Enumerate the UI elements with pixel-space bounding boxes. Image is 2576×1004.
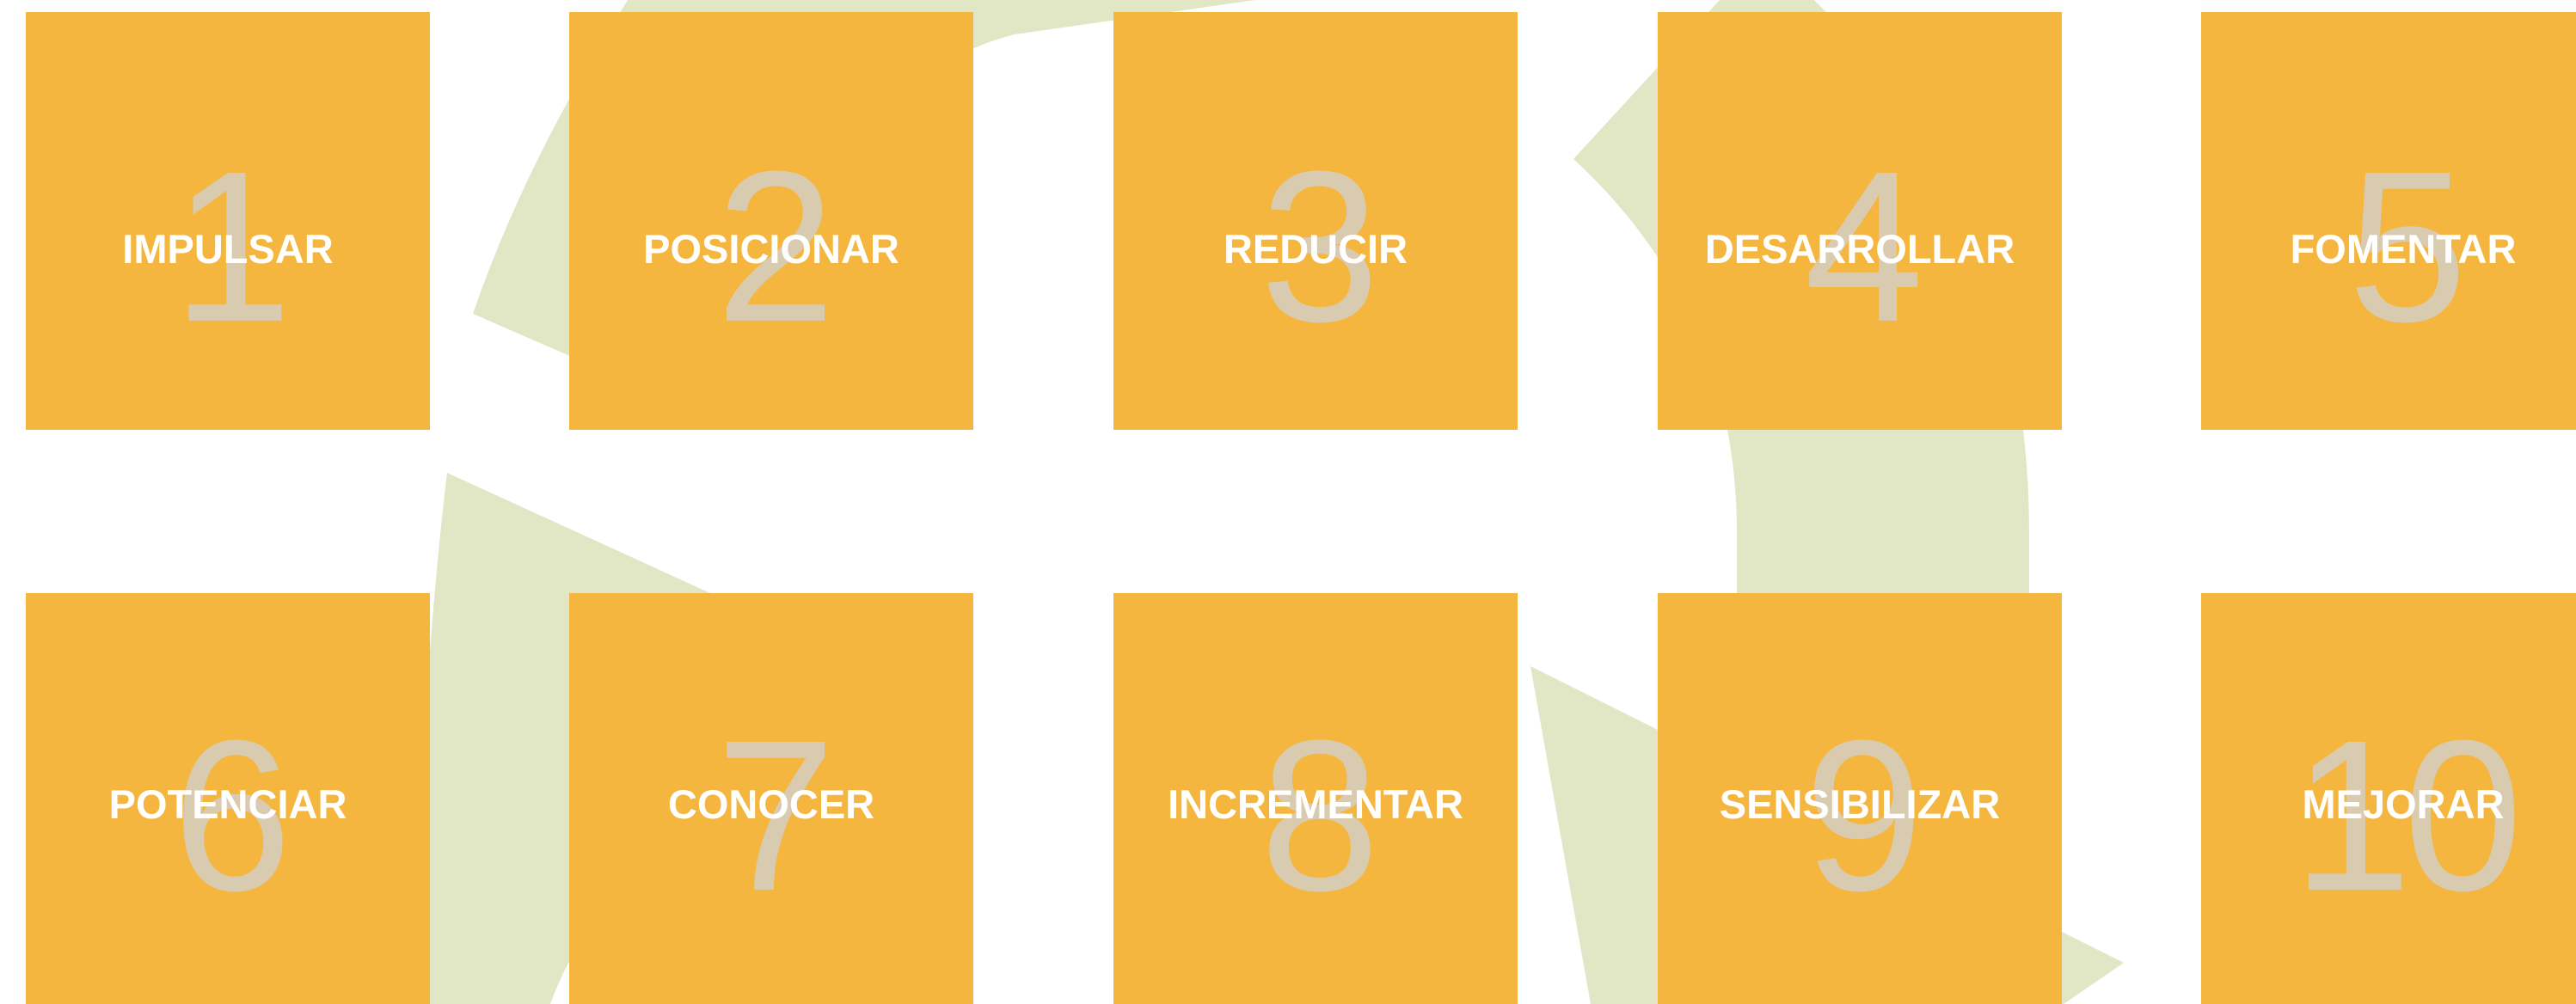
tile-label: FOMENTAR — [2290, 226, 2517, 272]
objective-tile-6[interactable]: 6 POTENCIAR — [26, 593, 430, 1004]
tile-label: CONOCER — [667, 781, 875, 827]
objective-tile-2[interactable]: 2 POSICIONAR — [569, 12, 973, 430]
tile-label: IMPULSAR — [122, 226, 334, 272]
objective-tile-4[interactable]: 4 DESARROLLAR — [1658, 12, 2062, 430]
tile-label: POSICIONAR — [643, 226, 899, 272]
objective-tile-5[interactable]: 5 FOMENTAR — [2201, 12, 2576, 430]
objective-tile-3[interactable]: 3 REDUCIR — [1113, 12, 1518, 430]
objective-tile-1[interactable]: 1 IMPULSAR — [26, 12, 430, 430]
tile-label: INCREMENTAR — [1168, 781, 1463, 827]
objective-tile-9[interactable]: 9 SENSIBILIZAR — [1658, 593, 2062, 1004]
objective-tile-7[interactable]: 7 CONOCER — [569, 593, 973, 1004]
tile-label: MEJORAR — [2302, 781, 2505, 827]
tile-label: REDUCIR — [1223, 226, 1408, 272]
objective-tile-10[interactable]: 10 MEJORAR — [2201, 593, 2576, 1004]
tile-label: POTENCIAR — [108, 781, 347, 827]
objective-tile-8[interactable]: 8 INCREMENTAR — [1113, 593, 1518, 1004]
tile-label: SENSIBILIZAR — [1719, 781, 2001, 827]
objectives-grid: 1 IMPULSAR 2 POSICIONAR 3 REDUCIR 4 DESA… — [0, 0, 2576, 1004]
tile-label: DESARROLLAR — [1704, 226, 2015, 272]
